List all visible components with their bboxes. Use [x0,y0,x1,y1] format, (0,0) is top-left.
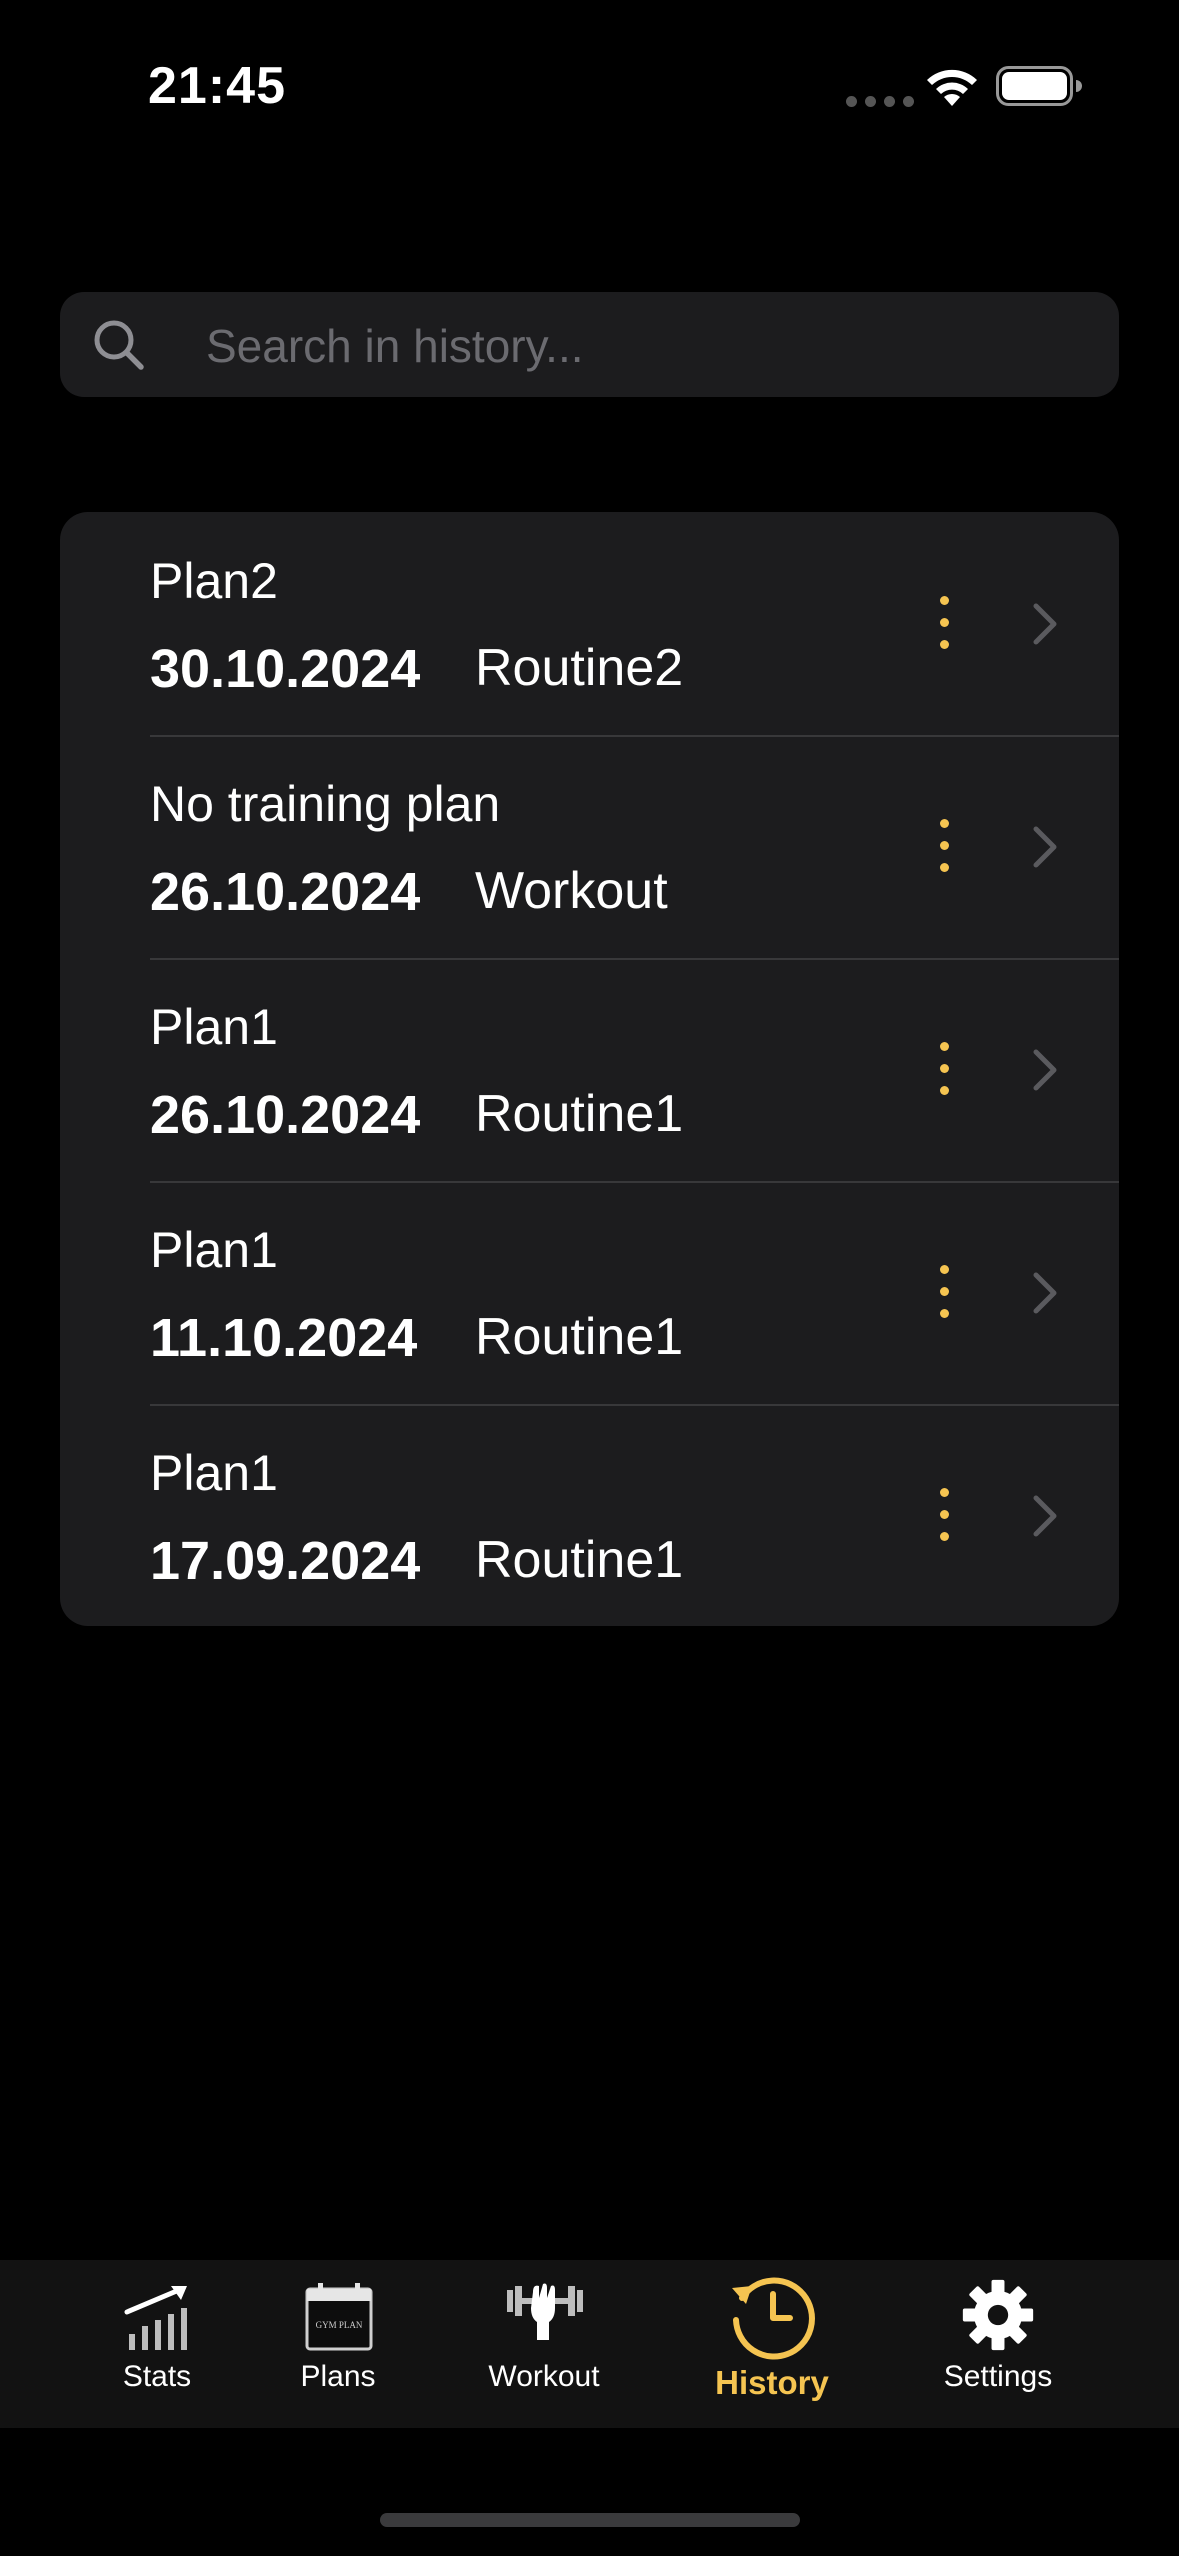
wifi-icon [927,69,977,106]
tab-plans[interactable]: GYM PLAN Plans [238,2260,438,2428]
tab-label: Workout [488,2360,600,2393]
tab-label: History [715,2364,829,2401]
chevron-right-icon[interactable] [1030,1269,1060,1317]
calendar-icon: GYM PLAN [305,2283,373,2351]
tab-stats[interactable]: Stats [57,2260,257,2428]
chevron-right-icon[interactable] [1030,1046,1060,1094]
cellular-signal-icon [846,96,914,107]
tab-label: Stats [122,2360,192,2393]
search-bar[interactable] [60,292,1119,399]
more-options-icon[interactable] [914,590,974,656]
tab-settings[interactable]: Settings [898,2260,1098,2428]
more-options-icon[interactable] [914,1259,974,1325]
plan-name: Plan1 [150,1222,278,1278]
workout-date: 17.09.2024 [150,1531,421,1591]
routine-name: Routine1 [475,1085,684,1143]
routine-name: Routine2 [475,639,684,697]
history-row[interactable]: Plan1 11.10.2024 Routine1 [60,1181,1119,1404]
plan-name: Plan1 [150,999,278,1055]
chevron-right-icon[interactable] [1030,1492,1060,1540]
calendar-icon-text: GYM PLAN [316,2320,363,2330]
plan-name: Plan1 [150,1445,278,1501]
more-options-icon[interactable] [914,813,974,879]
tab-label: Settings [943,2360,1053,2393]
search-icon [94,320,144,370]
plan-name: No training plan [150,776,501,832]
workout-date: 26.10.2024 [150,1085,421,1145]
status-bar: 21:45 [0,0,1179,160]
home-indicator [380,2513,800,2527]
tab-label: Plans [300,2360,376,2393]
tab-history[interactable]: History [672,2260,872,2428]
chevron-right-icon[interactable] [1030,823,1060,871]
search-input[interactable] [204,292,1088,399]
history-screen: 21:45 Plan2 30.10.2024 Routine2 [0,0,1179,2556]
status-time: 21:45 [148,57,286,115]
gear-icon [962,2279,1034,2351]
workout-date: 30.10.2024 [150,639,421,699]
tab-workout[interactable]: Workout [444,2260,644,2428]
workout-date: 26.10.2024 [150,862,421,922]
history-row[interactable]: Plan1 26.10.2024 Routine1 [60,958,1119,1181]
workout-date: 11.10.2024 [150,1308,418,1368]
routine-name: Routine1 [475,1531,684,1589]
tab-bar: Stats GYM PLAN Plans Workout History Set… [0,2260,1179,2428]
history-clock-icon [732,2277,815,2360]
history-list: Plan2 30.10.2024 Routine2 No training pl… [60,512,1119,1626]
chevron-right-icon[interactable] [1030,600,1060,648]
more-options-icon[interactable] [914,1482,974,1548]
plan-name: Plan2 [150,553,278,609]
routine-name: Workout [475,862,668,920]
more-options-icon[interactable] [914,1036,974,1102]
history-row[interactable]: No training plan 26.10.2024 Workout [60,735,1119,958]
history-row[interactable]: Plan1 17.09.2024 Routine1 [60,1404,1119,1626]
stats-chart-icon [124,2286,187,2350]
battery-icon [996,66,1082,106]
routine-name: Routine1 [475,1308,684,1366]
dumbbell-icon [507,2283,583,2340]
history-row[interactable]: Plan2 30.10.2024 Routine2 [60,512,1119,735]
